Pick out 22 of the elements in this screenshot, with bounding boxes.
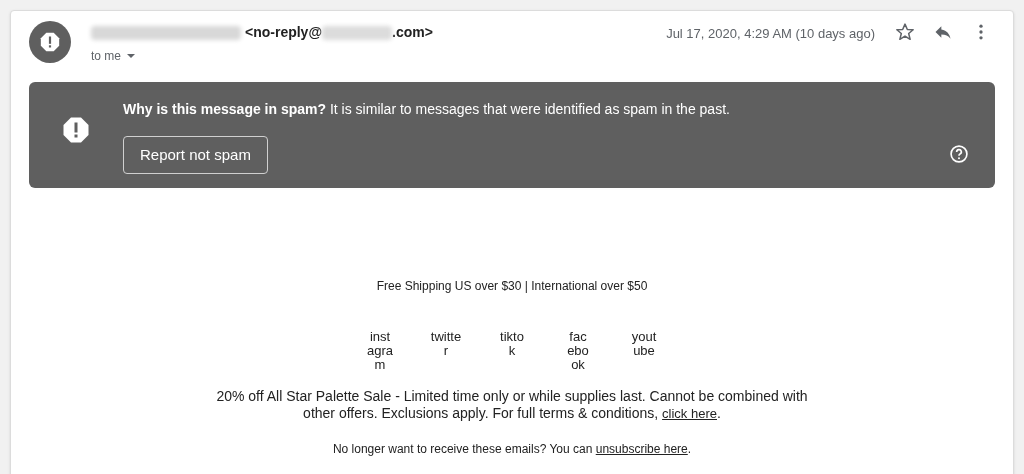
spam-explanation: Why is this message in spam? It is similar to messages that were identified as spam in the past. [123,100,731,119]
social-link[interactable]: twitte r [427,330,465,372]
sale-text: 20% off All Star Palette Sale - Limited time only or while supplies last. Cannot be combined with other offers. Exclusions apply. For full terms & conditions, click here. [215,388,809,422]
sender-address: <no-reply@ [245,23,323,42]
unsubscribe-link[interactable]: unsubscribe here [595,442,688,456]
alert-icon [39,31,61,53]
social-link[interactable]: tikto k [493,330,531,372]
unsubscribe-text: No longer want to receive these emails? You can unsubscribe here. [332,441,692,458]
alert-icon [61,115,91,145]
email-date: Jul 17, 2020, 4:29 AM (10 days ago) [666,25,875,43]
social-link[interactable]: yout ube [625,330,663,372]
help-icon[interactable] [949,144,969,164]
report-not-spam-button[interactable]: Report not spam [123,136,268,174]
social-link[interactable]: inst agra m [361,330,399,372]
recipient-dropdown[interactable]: to me [91,47,136,65]
caret-icon [126,53,136,59]
redacted-domain [322,25,393,40]
star-icon[interactable] [895,22,915,42]
sender-address-end: .com> [392,23,433,42]
shipping-text: Free Shipping US over $30 | International over $50 [376,278,648,295]
social-link[interactable]: fac ebo ok [559,330,597,372]
terms-link[interactable]: click here [662,406,717,421]
